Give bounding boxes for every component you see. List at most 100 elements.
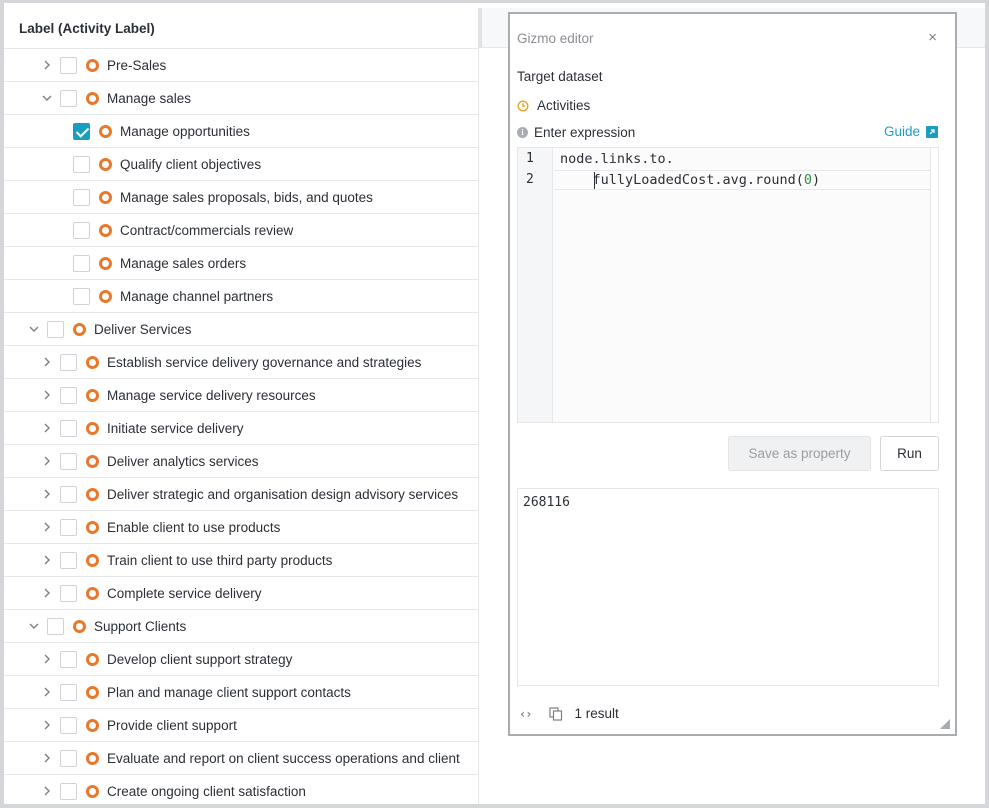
- numeric-literal: 0: [803, 172, 812, 188]
- chevron-right-icon[interactable]: [39, 57, 55, 73]
- row-checkbox[interactable]: [73, 221, 90, 239]
- activity-icon: [99, 256, 112, 270]
- tree-row[interactable]: Qualify client objectives: [4, 148, 479, 181]
- row-checkbox[interactable]: [60, 518, 77, 536]
- tree-row[interactable]: Plan and manage client support contacts: [4, 676, 479, 709]
- tree-row[interactable]: Train client to use third party products: [4, 544, 479, 577]
- tree-row[interactable]: Enable client to use products: [4, 511, 479, 544]
- activity-icon: [99, 289, 112, 303]
- tree-row[interactable]: Manage sales orders: [4, 247, 479, 280]
- row-label: Manage sales: [107, 90, 192, 106]
- row-checkbox[interactable]: [47, 617, 64, 635]
- activity-icon: [86, 355, 99, 369]
- row-checkbox[interactable]: [73, 122, 90, 140]
- tree-row[interactable]: Deliver analytics services: [4, 445, 479, 478]
- dataset-selector[interactable]: Activities: [517, 98, 590, 113]
- row-checkbox[interactable]: [60, 749, 77, 767]
- activity-icon: [99, 190, 112, 204]
- tree-row[interactable]: Pre-Sales: [4, 49, 479, 82]
- chevron-right-icon[interactable]: [39, 453, 55, 469]
- row-checkbox[interactable]: [73, 155, 90, 173]
- close-icon[interactable]: ×: [928, 29, 937, 46]
- chevron-right-icon[interactable]: [39, 717, 55, 733]
- tree-row[interactable]: Manage opportunities: [4, 115, 479, 148]
- chevron-right-icon[interactable]: [39, 552, 55, 568]
- tree-row[interactable]: Manage sales: [4, 82, 479, 115]
- chevron-right-icon[interactable]: [39, 783, 55, 799]
- chevron-down-icon[interactable]: [26, 618, 42, 634]
- tree-row[interactable]: Create ongoing client satisfaction: [4, 775, 479, 804]
- row-label: Manage sales proposals, bids, and quotes: [120, 189, 373, 205]
- chevron-right-icon[interactable]: [39, 519, 55, 535]
- chevron-down-icon[interactable]: [26, 321, 42, 337]
- activity-icon: [86, 487, 99, 501]
- copy-icon[interactable]: [549, 706, 563, 721]
- chevron-down-icon[interactable]: [39, 90, 55, 106]
- code-view-icon[interactable]: ‹›: [519, 707, 532, 721]
- row-checkbox[interactable]: [73, 254, 90, 272]
- row-checkbox[interactable]: [60, 353, 77, 371]
- row-checkbox[interactable]: [60, 89, 77, 107]
- tree-row[interactable]: Contract/commercials review: [4, 214, 479, 247]
- tree-row[interactable]: Establish service delivery governance an…: [4, 346, 479, 379]
- text-cursor: [594, 172, 595, 189]
- activity-tree: Label (Activity Label) Pre-Sales Manage s…: [4, 8, 479, 804]
- tree-row[interactable]: Support Clients: [4, 610, 479, 643]
- tree-row[interactable]: Complete service delivery: [4, 577, 479, 610]
- tree-row[interactable]: Evaluate and report on client success op…: [4, 742, 479, 775]
- row-checkbox[interactable]: [60, 551, 77, 569]
- row-checkbox[interactable]: [60, 683, 77, 701]
- chevron-right-icon[interactable]: [39, 750, 55, 766]
- tree-row[interactable]: Provide client support: [4, 709, 479, 742]
- row-label: Deliver analytics services: [107, 453, 259, 469]
- row-checkbox[interactable]: [60, 56, 77, 74]
- row-checkbox[interactable]: [60, 485, 77, 503]
- save-as-property-button[interactable]: Save as property: [728, 436, 871, 471]
- row-checkbox[interactable]: [60, 386, 77, 404]
- run-button[interactable]: Run: [880, 436, 939, 471]
- row-label: Manage opportunities: [120, 123, 250, 139]
- row-checkbox[interactable]: [60, 650, 77, 668]
- tree-row[interactable]: Initiate service delivery: [4, 412, 479, 445]
- row-checkbox[interactable]: [60, 584, 77, 602]
- row-label: Qualify client objectives: [120, 156, 262, 172]
- target-dataset-label: Target dataset: [517, 69, 603, 84]
- activity-icon: [86, 586, 99, 600]
- column-header[interactable]: Label (Activity Label): [4, 8, 479, 49]
- row-label: Enable client to use products: [107, 519, 281, 535]
- row-checkbox[interactable]: [60, 419, 77, 437]
- guide-link[interactable]: Guide: [884, 124, 938, 139]
- tree-row[interactable]: Develop client support strategy: [4, 643, 479, 676]
- editor-scrollbar[interactable]: [930, 148, 938, 422]
- chevron-right-icon[interactable]: [39, 585, 55, 601]
- activity-icon: [86, 685, 99, 699]
- guide-label: Guide: [883, 124, 920, 139]
- tree-row[interactable]: Manage service delivery resources: [4, 379, 479, 412]
- activity-icon: [99, 124, 112, 138]
- chevron-right-icon[interactable]: [39, 486, 55, 502]
- chevron-right-icon[interactable]: [39, 651, 55, 667]
- row-checkbox[interactable]: [60, 452, 77, 470]
- tree-row[interactable]: Deliver Services: [4, 313, 479, 346]
- chevron-right-icon[interactable]: [39, 420, 55, 436]
- row-checkbox[interactable]: [73, 188, 90, 206]
- row-checkbox[interactable]: [60, 782, 77, 800]
- row-label: Deliver strategic and organisation desig…: [107, 486, 459, 502]
- tree-row[interactable]: Manage sales proposals, bids, and quotes: [4, 181, 479, 214]
- chevron-right-icon[interactable]: [39, 387, 55, 403]
- row-label: Manage service delivery resources: [107, 387, 316, 403]
- resize-handle-icon[interactable]: [940, 719, 950, 729]
- row-label: Contract/commercials review: [120, 222, 294, 238]
- chevron-right-icon[interactable]: [39, 684, 55, 700]
- chevron-right-icon[interactable]: [39, 354, 55, 370]
- gizmo-editor-panel: Gizmo editor × Target dataset Activities…: [508, 12, 957, 736]
- row-checkbox[interactable]: [60, 716, 77, 734]
- row-checkbox[interactable]: [73, 287, 90, 305]
- tree-row[interactable]: Deliver strategic and organisation desig…: [4, 478, 479, 511]
- tree-row[interactable]: Manage channel partners: [4, 280, 479, 313]
- row-checkbox[interactable]: [47, 320, 64, 338]
- code-editor[interactable]: 1 2 node.links.to. fullyLoadedCost.avg.r…: [517, 147, 939, 423]
